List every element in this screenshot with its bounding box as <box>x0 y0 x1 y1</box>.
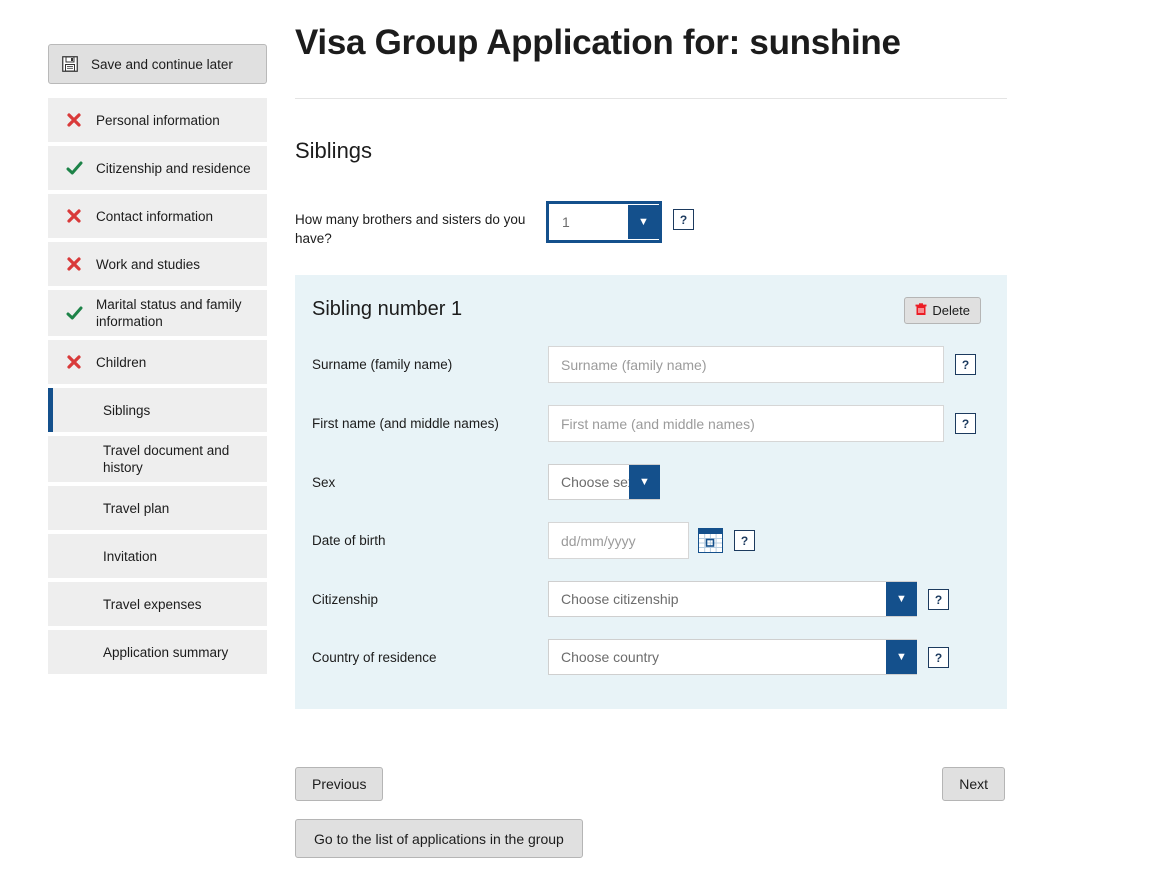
go-to-group-list-button[interactable]: Go to the list of applications in the gr… <box>295 819 583 858</box>
surname-family-name-input[interactable] <box>548 346 944 383</box>
field-row-country-of-residence: Country of residence Choose country ▼? <box>312 639 981 675</box>
country-of-residence-help-button[interactable]: ? <box>928 647 949 668</box>
section-title: Siblings <box>295 138 373 163</box>
sidebar-item-travel-plan[interactable]: Travel plan <box>48 486 267 530</box>
field-row-surname-family-name: Surname (family name)? <box>312 346 981 383</box>
chevron-down-icon: ▼ <box>886 582 917 616</box>
sex-control: Choose sex ▼ <box>548 464 660 500</box>
first-name-and-middle-names-label: First name (and middle names) <box>312 416 499 431</box>
sidebar-item-personal-information[interactable]: Personal information <box>48 98 267 142</box>
check-icon <box>62 160 86 177</box>
sidebar-item-citizenship-and-residence[interactable]: Citizenship and residence <box>48 146 267 190</box>
date-of-birth-control: ? <box>548 522 755 559</box>
sibling-fields: Surname (family name)?First name (and mi… <box>312 346 981 675</box>
sibling-count-control: 1 ▼ ? <box>546 201 694 243</box>
sidebar-item-label: Application summary <box>103 644 229 660</box>
sidebar-item-label: Personal information <box>96 112 220 128</box>
surname-family-name-help-button[interactable]: ? <box>955 354 976 375</box>
sidebar: Save and continue later Personal informa… <box>48 44 267 678</box>
sidebar-item-label: Contact information <box>96 208 214 224</box>
first-name-and-middle-names-help-button[interactable]: ? <box>955 413 976 434</box>
country-of-residence-value: Choose country <box>561 649 660 665</box>
sibling-count-help-button[interactable]: ? <box>673 209 694 230</box>
sidebar-item-invitation[interactable]: Invitation <box>48 534 267 578</box>
check-icon <box>62 305 86 322</box>
title-divider <box>295 98 1007 99</box>
sidebar-item-label: Invitation <box>103 548 158 564</box>
sidebar-item-label: Siblings <box>103 402 151 418</box>
sidebar-item-label: Marital status and family information <box>96 297 242 329</box>
surname-family-name-label: Surname (family name) <box>312 357 453 372</box>
sidebar-item-label: Travel plan <box>103 500 170 516</box>
sidebar-item-label: Citizenship and residence <box>96 160 251 176</box>
save-and-continue-later-label: Save and continue later <box>91 56 233 72</box>
calendar-icon[interactable] <box>698 528 723 553</box>
citizenship-select[interactable]: Choose citizenship ▼ <box>548 581 917 617</box>
sidebar-item-contact-information[interactable]: Contact information <box>48 194 267 238</box>
sidebar-nav-list: Personal information Citizenship and resi… <box>48 98 267 674</box>
date-of-birth-label: Date of birth <box>312 533 386 548</box>
country-of-residence-select[interactable]: Choose country ▼ <box>548 639 917 675</box>
citizenship-label: Citizenship <box>312 592 379 607</box>
field-row-sex: Sex Choose sex ▼ <box>312 464 981 500</box>
sidebar-item-children[interactable]: Children <box>48 340 267 384</box>
cross-icon <box>62 354 86 370</box>
sidebar-item-travel-document-and-history[interactable]: Travel document and history <box>48 436 267 482</box>
surname-family-name-control: ? <box>548 346 976 383</box>
first-name-and-middle-names-input[interactable] <box>548 405 944 442</box>
cross-icon <box>62 256 86 272</box>
sidebar-item-application-summary[interactable]: Application summary <box>48 630 267 674</box>
cross-icon <box>62 112 86 128</box>
page-title: Visa Group Application for: sunshine <box>295 23 901 62</box>
sidebar-item-siblings[interactable]: Siblings <box>48 388 267 432</box>
sibling-count-select[interactable]: 1 ▼ <box>546 201 662 243</box>
sidebar-item-label: Children <box>96 354 147 370</box>
country-of-residence-label: Country of residence <box>312 650 437 665</box>
sex-select[interactable]: Choose sex ▼ <box>548 464 660 500</box>
chevron-down-icon: ▼ <box>628 205 659 239</box>
sibling-panel: Sibling number 1 Delete Surname (family … <box>295 275 1007 709</box>
sibling-count-value: 1 <box>562 214 570 230</box>
sidebar-item-label: Work and studies <box>96 256 201 272</box>
chevron-down-icon: ▼ <box>886 640 917 674</box>
previous-button[interactable]: Previous <box>295 767 384 801</box>
sibling-count-row: How many brothers and sisters do you hav… <box>295 201 1007 248</box>
country-of-residence-control: Choose country ▼? <box>548 639 949 675</box>
sibling-count-label: How many brothers and sisters do you hav… <box>295 212 526 246</box>
chevron-down-icon: ▼ <box>629 465 660 499</box>
footer-actions: Previous Next Go to the list of applicat… <box>295 756 1007 866</box>
next-button[interactable]: Next <box>942 767 1005 801</box>
date-of-birth-help-button[interactable]: ? <box>734 530 755 551</box>
delete-sibling-button[interactable]: Delete <box>904 297 981 324</box>
main-content: Visa Group Application for: sunshine Sib… <box>295 0 1007 866</box>
field-row-date-of-birth: Date of birth? <box>312 522 981 559</box>
date-of-birth-input[interactable] <box>548 522 689 559</box>
application-page: Save and continue later Personal informa… <box>0 0 1159 885</box>
sidebar-item-work-and-studies[interactable]: Work and studies <box>48 242 267 286</box>
citizenship-help-button[interactable]: ? <box>928 589 949 610</box>
first-name-and-middle-names-control: ? <box>548 405 976 442</box>
sidebar-item-travel-expenses[interactable]: Travel expenses <box>48 582 267 626</box>
sidebar-item-label: Travel document and history <box>103 443 230 475</box>
delete-sibling-label: Delete <box>932 303 970 318</box>
sibling-panel-header: Sibling number 1 Delete <box>312 297 981 324</box>
citizenship-control: Choose citizenship ▼? <box>548 581 949 617</box>
cross-icon <box>62 208 86 224</box>
citizenship-value: Choose citizenship <box>561 591 679 607</box>
save-and-continue-later-button[interactable]: Save and continue later <box>48 44 267 84</box>
save-floppy-icon <box>59 56 81 72</box>
field-row-first-name-and-middle-names: First name (and middle names)? <box>312 405 981 442</box>
field-row-citizenship: Citizenship Choose citizenship ▼? <box>312 581 981 617</box>
sibling-panel-title: Sibling number 1 <box>312 298 463 320</box>
trash-icon <box>915 302 927 319</box>
sidebar-item-label: Travel expenses <box>103 596 202 612</box>
sex-value: Choose sex <box>561 474 629 490</box>
sex-label: Sex <box>312 475 336 490</box>
sidebar-item-marital-status-and-family-information[interactable]: Marital status and family information <box>48 290 267 336</box>
